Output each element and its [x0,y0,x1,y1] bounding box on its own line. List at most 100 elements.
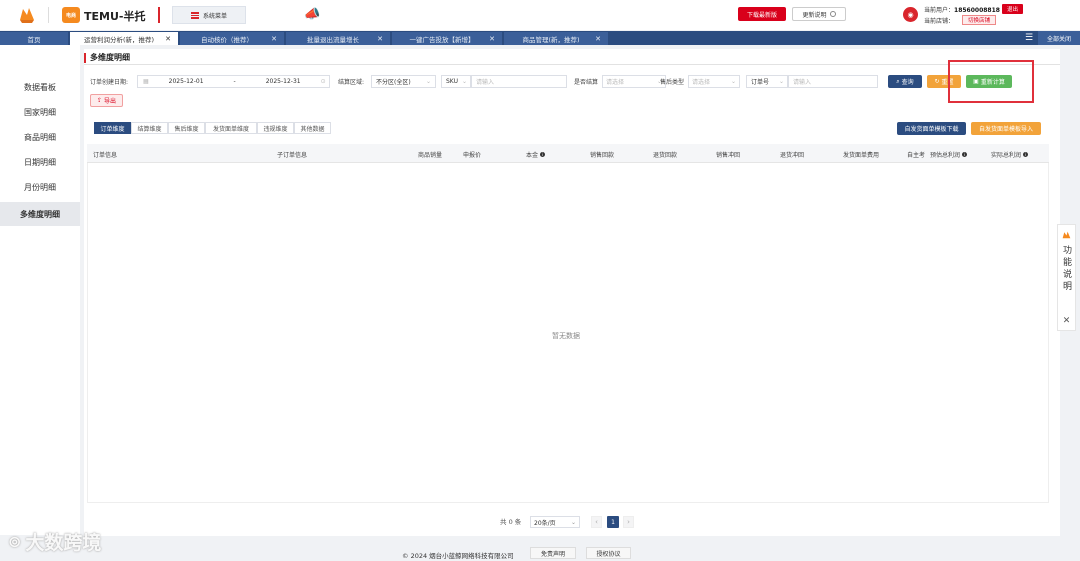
column-header: 退货回款 [653,150,677,159]
sidebar-item-label: 商品明细 [24,132,56,142]
settled-select[interactable]: 请选择 ⌄ [602,75,666,88]
sidebar-item-multi-dimension[interactable]: 多维度明细 [0,202,80,226]
column-header: 发货面单费用 [843,150,879,159]
column-header-label: 子订单信息 [277,152,308,159]
page-size-select[interactable]: 20条/页 ⌄ [530,516,580,528]
tab-ad-placement[interactable]: 一键广告投放【新增】 ✕ [392,32,502,45]
calendar-icon: ▦ [143,78,149,85]
region-select[interactable]: 不分区(全区) ⌄ [371,75,436,88]
tab-label: 自动核价（推荐） [201,35,253,44]
chevron-left-icon: ‹ [595,518,598,526]
next-page-button[interactable]: › [623,516,634,528]
close-icon[interactable]: ✕ [489,35,495,43]
current-user: 当前用户：18560008818 [924,5,1000,14]
sidebar-item-product[interactable]: 商品明细 [0,125,80,149]
column-header-label: 发货面单费用 [843,152,880,159]
chevron-down-icon: ⌄ [730,78,736,85]
watermark: ⊚ 大数跨境 [8,528,101,555]
settled-placeholder: 请选择 [606,79,625,86]
refresh-icon: ↻ [934,78,940,85]
tab-batch-exit-traffic[interactable]: 批量退出流量增长 ✕ [286,32,390,45]
close-icon[interactable]: ✕ [377,35,383,43]
aftersale-placeholder: 请选择 [692,79,711,86]
close-icon[interactable]: ✕ [165,35,171,43]
brand-title: TEMU-半托 [84,10,146,23]
disclaimer-button[interactable]: 免责声明 [530,547,576,559]
current-user-value: 18560008818 [954,7,1000,14]
tab-violation-dimension[interactable]: 违规维度 [257,122,294,134]
update-notes-button[interactable]: 更新说明 [792,7,846,21]
tab-aftersale-dimension[interactable]: 售后维度 [168,122,205,134]
column-header-label: 预估总利润 [930,152,961,159]
close-all-tabs-button[interactable]: 全部关闭 [1038,31,1080,45]
close-icon[interactable]: ✕ [1063,316,1071,326]
sidebar-item-label: 多维度明细 [20,209,60,219]
sidebar-item-date[interactable]: 日期明细 [0,150,80,174]
tab-bar: 首页 运营利润分析(新，推荐) ✕ 自动核价（推荐） ✕ 批量退出流量增长 ✕ 一键广… [0,31,1080,45]
tab-label: 商品管理(新，推荐) [522,35,580,44]
tab-other-data[interactable]: 其他数据 [294,122,331,134]
order-date-range-picker[interactable]: ▦ 2025-12-01 - 2025-12-31 ⊙ [137,75,330,88]
sku-type-value: SKU [446,78,458,85]
chevron-down-icon: ⌄ [461,78,467,85]
column-header: 子订单信息 [277,150,307,159]
pagination-total: 共 0 条 [500,518,522,526]
aftersale-label: 售后类型 [660,79,685,86]
tab-settlement-dimension[interactable]: 结算维度 [131,122,168,134]
tab-auto-pricing[interactable]: 自动核价（推荐） ✕ [180,32,284,45]
tab-home[interactable]: 首页 [0,32,68,45]
user-avatar-icon[interactable]: ◉ [903,7,918,22]
tab-list-menu-icon[interactable]: ☰ [1022,31,1036,45]
current-user-label: 当前用户： [924,7,955,14]
switch-shop-button[interactable]: 切换店铺 [962,15,996,25]
column-header: 本金 i [526,150,546,159]
tab-product-management[interactable]: 商品管理(新，推荐) ✕ [504,32,608,45]
column-header: 销售回款 [590,150,614,159]
column-header: 订单信息 [93,150,117,159]
download-template-button[interactable]: 自发货面单模板下载 [897,122,966,135]
column-header-label: 订单信息 [93,152,118,159]
sidebar-item-dashboard[interactable]: 数据看板 [0,75,80,99]
sidebar-item-month[interactable]: 月份明细 [0,175,80,199]
tab-label: 批量退出流量增长 [307,35,359,44]
info-icon[interactable]: i [540,152,546,157]
tab-order-dimension[interactable]: 订单维度 [94,122,131,134]
download-latest-button[interactable]: 下载最新版 [738,7,786,21]
sku-type-select[interactable]: SKU ⌄ [441,75,471,88]
page-title-text: 多维度明细 [90,53,130,62]
sidebar-item-country[interactable]: 国家明细 [0,100,80,124]
system-menu-button[interactable]: 系统菜单 [172,6,246,24]
column-header-label: 退货冲回 [780,152,805,159]
announcement-icon[interactable]: 📣 [304,7,320,22]
order-no-input[interactable]: 请输入 [788,75,878,88]
date-separator: - [233,78,236,85]
page-number-current[interactable]: 1 [607,516,619,528]
chevron-right-icon: › [627,518,630,526]
system-menu-label: 系统菜单 [202,12,227,20]
query-button[interactable]: ⌕ 查询 [888,75,922,88]
tab-profit-analysis[interactable]: 运营利润分析(新，推荐) ✕ [70,32,178,45]
feature-help-widget[interactable]: 功能说明 ✕ [1057,224,1076,331]
logout-button[interactable]: 退出 [1002,4,1023,14]
aftersale-select[interactable]: 请选择 ⌄ [688,75,740,88]
column-header-label: 销售回款 [590,152,615,159]
feature-help-label: 功能说明 [1061,245,1071,293]
sku-input[interactable]: 请输入 [471,75,567,88]
sidebar-item-label: 数据看板 [24,82,56,92]
close-icon[interactable]: ✕ [595,35,601,43]
column-header: 商品销量 [418,150,442,159]
import-template-button[interactable]: 自发货面单模板导入 [971,122,1041,135]
close-icon[interactable]: ✕ [271,35,277,43]
title-accent-bar [84,52,86,63]
export-button[interactable]: ⇪ 导出 [90,94,123,107]
order-no-type-select[interactable]: 订单号 ⌄ [746,75,788,88]
region-value: 不分区(全区) [376,79,411,86]
table-header: 订单信息 子订单信息 商品销量 申报价 本金 i 销售回款 退货回款 销售冲回 退… [87,144,1049,163]
info-icon[interactable]: i [962,152,968,157]
info-icon[interactable]: i [1023,152,1029,157]
clear-icon[interactable]: ⊙ [321,78,326,85]
column-header-label: 实际总利润 [991,152,1022,159]
prev-page-button[interactable]: ‹ [591,516,602,528]
tab-shipping-label-dimension[interactable]: 发货面单维度 [205,122,257,134]
license-button[interactable]: 授权协议 [586,547,631,559]
